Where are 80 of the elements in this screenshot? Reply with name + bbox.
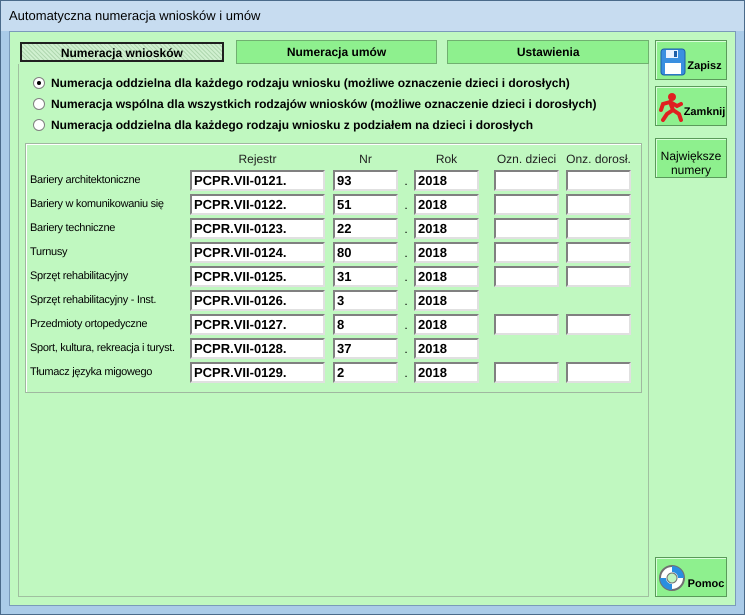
row-label: Bariery architektoniczne [30, 172, 142, 188]
row-label: Sport, kultura, rekreacja i turyst. [30, 340, 176, 356]
register-field[interactable]: PCPR.VII-0121. [190, 170, 325, 190]
year-field[interactable]: 2018 [414, 194, 479, 214]
year-field[interactable]: 2018 [414, 266, 479, 286]
row-label: Bariery techniczne [30, 220, 116, 236]
column-header: Ozn. dzieci [496, 151, 558, 168]
column-header: Nr [358, 151, 373, 168]
register-field[interactable]: PCPR.VII-0128. [190, 338, 325, 358]
radio-label: Numeracja oddzielna dla każdego rodzaju wniosku z podziałem na dzieci i dorosłych [51, 116, 534, 134]
year-field[interactable]: 2018 [414, 338, 479, 358]
children-mark-field[interactable] [494, 314, 559, 334]
year-field[interactable]: 2018 [414, 290, 479, 310]
radio-button[interactable] [33, 76, 45, 88]
number-field[interactable]: 3 [333, 290, 398, 310]
column-header: Rok [434, 151, 458, 168]
separator-dot: . [403, 341, 409, 358]
number-field[interactable]: 93 [333, 170, 398, 190]
year-field[interactable]: 2018 [414, 218, 479, 238]
number-field[interactable]: 31 [333, 266, 398, 286]
row-label: Przedmioty ortopedyczne [30, 316, 148, 332]
save-button[interactable]: Zapisz [655, 40, 727, 80]
children-mark-field[interactable] [494, 266, 559, 286]
register-field[interactable]: PCPR.VII-0127. [190, 314, 325, 334]
register-field[interactable]: PCPR.VII-0125. [190, 266, 325, 286]
column-header: Onz. dorosł. [566, 151, 631, 168]
adults-mark-field[interactable] [566, 242, 631, 262]
separator-dot: . [403, 269, 409, 286]
tab[interactable]: Numeracja wniosków [20, 42, 224, 62]
adults-mark-field[interactable] [566, 194, 631, 214]
number-field[interactable]: 2 [333, 362, 398, 382]
register-field[interactable]: PCPR.VII-0123. [190, 218, 325, 238]
adults-mark-field[interactable] [566, 170, 631, 190]
register-field[interactable]: PCPR.VII-0122. [190, 194, 325, 214]
children-mark-field[interactable] [494, 194, 559, 214]
register-field[interactable]: PCPR.VII-0126. [190, 290, 325, 310]
radio-button[interactable] [33, 98, 45, 110]
tab[interactable]: Numeracja umów [236, 40, 438, 64]
tab[interactable]: Ustawienia [447, 40, 650, 64]
row-label: Sprzęt rehabilitacyjny [30, 268, 130, 284]
row-label: Tłumacz języka migowego [30, 364, 154, 380]
separator-dot: . [403, 221, 409, 238]
separator-dot: . [403, 245, 409, 262]
number-field[interactable]: 51 [333, 194, 398, 214]
row-label: Bariery w komunikowaniu się [30, 196, 165, 212]
separator-dot: . [403, 293, 409, 310]
children-mark-field[interactable] [494, 218, 559, 238]
radio-label: Numeracja oddzielna dla każdego rodzaju wniosku (możliwe oznaczenie dzieci i dorosłych) [51, 74, 570, 92]
adults-mark-field[interactable] [566, 218, 631, 238]
children-mark-field[interactable] [494, 170, 559, 190]
window-title: Automatyczna numeracja wniosków i umów [1, 1, 744, 31]
year-field[interactable]: 2018 [414, 362, 479, 382]
number-field[interactable]: 80 [333, 242, 398, 262]
adults-mark-field[interactable] [566, 266, 631, 286]
separator-dot: . [403, 317, 409, 334]
row-label: Sprzęt rehabilitacyjny - Inst. [30, 292, 158, 308]
children-mark-field[interactable] [494, 362, 559, 382]
radio-button[interactable] [33, 118, 45, 130]
register-field[interactable]: PCPR.VII-0129. [190, 362, 325, 382]
year-field[interactable]: 2018 [414, 242, 479, 262]
help-button[interactable]: Pomoc [655, 557, 727, 597]
year-field[interactable]: 2018 [414, 170, 479, 190]
separator-dot: . [403, 173, 409, 190]
close-button[interactable]: Zamknij [655, 86, 727, 126]
column-header: Rejestr [237, 151, 278, 168]
separator-dot: . [403, 365, 409, 382]
adults-mark-field[interactable] [566, 314, 631, 334]
separator-dot: . [403, 197, 409, 214]
number-field[interactable]: 37 [333, 338, 398, 358]
radio-label: Numeracja wspólna dla wszystkich rodzajów wniosków (możliwe oznaczenie dzieci i dorosłych) [51, 96, 596, 112]
children-mark-field[interactable] [494, 242, 559, 262]
year-field[interactable]: 2018 [414, 314, 479, 334]
lifebuoy-icon [658, 564, 686, 592]
number-field[interactable]: 8 [333, 314, 398, 334]
row-label: Turnusy [30, 244, 68, 260]
register-field[interactable]: PCPR.VII-0124. [190, 242, 325, 262]
running-figure-icon [656, 92, 683, 122]
number-field[interactable]: 22 [333, 218, 398, 238]
largest-numbers-button[interactable]: Największe numery [655, 138, 727, 178]
adults-mark-field[interactable] [566, 362, 631, 382]
